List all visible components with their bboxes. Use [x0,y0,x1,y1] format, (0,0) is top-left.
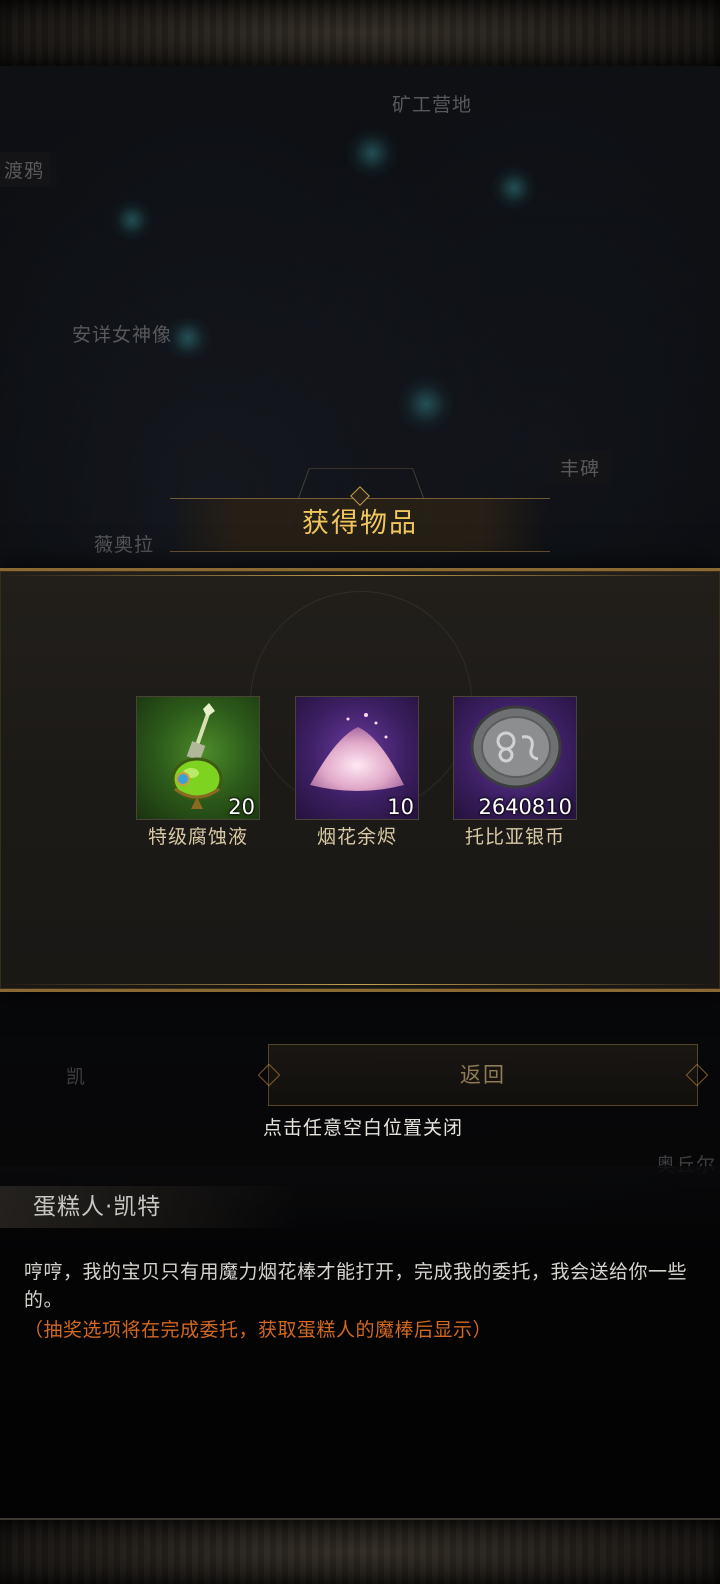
item-count: 20 [228,795,255,819]
item-name: 特级腐蚀液 [147,826,248,848]
reward-item[interactable]: 20 特级腐蚀液 [136,696,260,849]
dialog-text: 哼哼，我的宝贝只有用魔力烟花棒才能打开，完成我的委托，我会送给你一些的。 [24,1261,688,1311]
game-screen: 矿工营地 渡鸦 安详女神像 丰碑 薇奥拉 凯 奥丘尔 获得物品 20 特级腐蚀液… [0,0,720,1584]
close-hint-text: 点击任意空白位置关闭 [262,1117,463,1139]
item-slot[interactable]: 20 [136,696,260,820]
bottom-ornate-border [0,1518,720,1584]
item-slot[interactable]: 10 [295,696,419,820]
speaker-name: 蛋糕人·凯特 [33,1194,162,1220]
back-button[interactable]: 返回 [268,1044,698,1106]
reward-item[interactable]: 2640810 托比亚银币 [453,696,577,849]
item-count: 10 [387,795,414,819]
item-name: 托比亚银币 [464,826,565,848]
item-name: 烟花余烬 [316,826,397,848]
reward-item[interactable]: 10 烟花余烬 [295,696,419,849]
top-ornate-border [0,0,720,68]
dialog-hint: （抽奖选项将在完成委托，获取蛋糕人的魔棒后显示） [24,1319,493,1341]
reward-item-list: 20 特级腐蚀液 10 烟花余烬 2640810 托比亚银币 [0,696,720,856]
popup-title: 获得物品 [302,508,418,539]
item-count: 2640810 [478,795,572,819]
item-slot[interactable]: 2640810 [453,696,577,820]
